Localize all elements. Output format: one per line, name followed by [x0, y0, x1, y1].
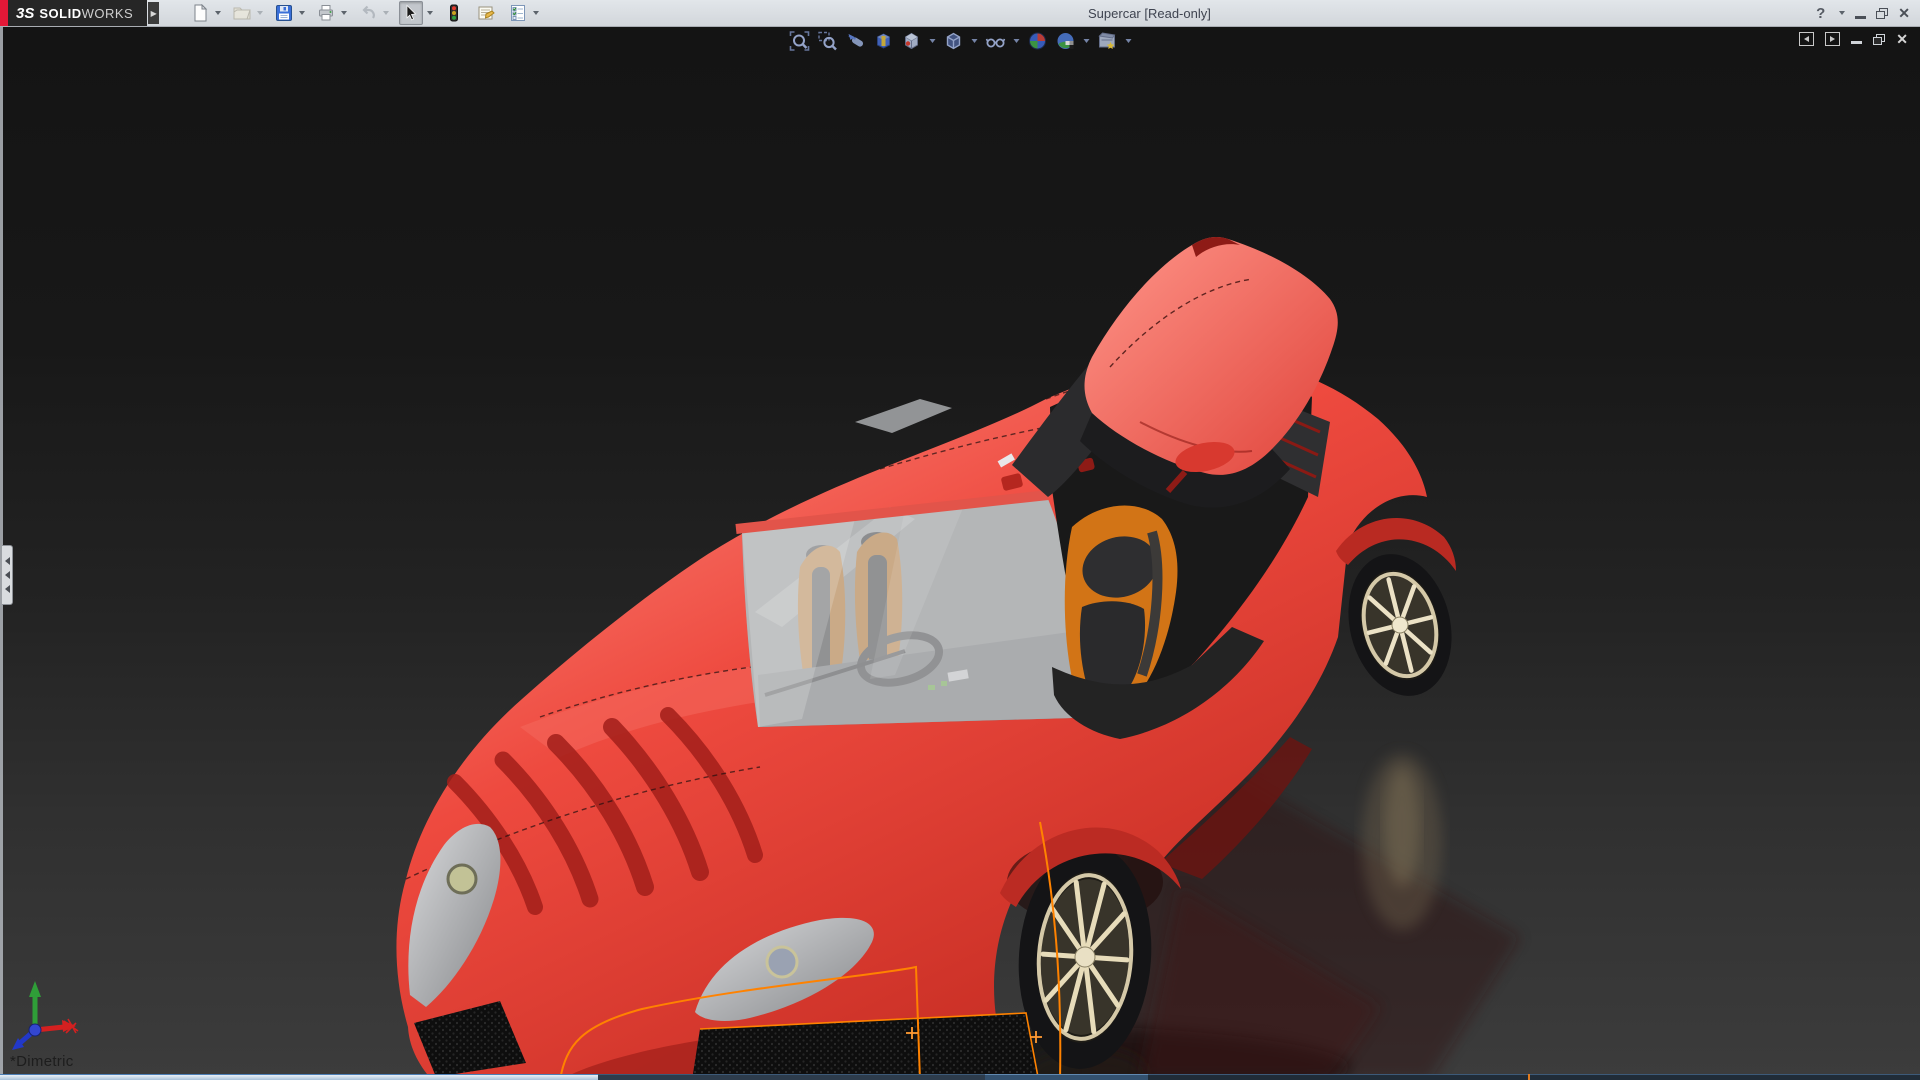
options-checklist-icon — [511, 5, 526, 21]
section-view-icon — [876, 32, 890, 49]
previous-view-button[interactable] — [845, 30, 866, 51]
undo-icon — [362, 5, 376, 19]
titlebar-controls: ? ✕ — [1816, 0, 1910, 26]
display-style-button[interactable] — [943, 30, 964, 51]
open-folder-icon — [233, 7, 251, 20]
display-style-caret[interactable] — [971, 38, 978, 43]
main-toolbar — [159, 1, 545, 25]
edit-appearance-button[interactable] — [1027, 30, 1048, 51]
restore-button[interactable] — [1876, 7, 1889, 19]
rear-wheel[interactable] — [1334, 543, 1466, 707]
help-dropdown-caret[interactable] — [1839, 11, 1846, 15]
brand-3ds-icon: 3S — [16, 4, 35, 22]
view-settings-icon — [1097, 31, 1115, 49]
minimize-button[interactable] — [1855, 15, 1867, 19]
collapse-arrow-icon — [4, 557, 10, 565]
print-button[interactable] — [315, 2, 337, 24]
save-floppy-icon — [276, 5, 293, 21]
options-checklist-button[interactable] — [507, 2, 529, 24]
hide-show-items-button[interactable] — [985, 30, 1006, 51]
appearance-sphere-icon — [1028, 32, 1046, 49]
panel-collapse-handle[interactable] — [2, 545, 13, 605]
zoom-to-fit-icon — [789, 30, 809, 51]
status-segment — [985, 1074, 1148, 1080]
open-document-button[interactable] — [231, 2, 253, 24]
view-orientation-caret[interactable] — [929, 38, 936, 43]
apply-scene-caret[interactable] — [1083, 38, 1090, 43]
apply-scene-button[interactable] — [1055, 30, 1076, 51]
undo-button[interactable] — [357, 2, 379, 24]
next-pane-icon[interactable] — [1825, 32, 1841, 46]
status-segment — [598, 1074, 985, 1080]
collapse-arrow-icon — [4, 571, 10, 579]
view-orientation-button[interactable] — [901, 30, 922, 51]
document-minimize-button[interactable] — [1851, 41, 1863, 44]
document-title: Supercar [Read-only] — [1088, 6, 1211, 21]
brand-name-light: WORKS — [81, 5, 134, 21]
status-segment — [0, 1074, 598, 1080]
menu-expand-arrow-icon[interactable]: ▶ — [148, 2, 160, 24]
traffic-light-icon — [450, 4, 459, 22]
title-bar: 3S SOLID WORKS ▶ Supercar [Read-only] ? … — [0, 0, 1920, 27]
options-dropdown-caret[interactable] — [533, 11, 540, 15]
new-document-icon — [194, 4, 208, 22]
undo-dropdown-caret[interactable] — [383, 11, 390, 15]
previous-pane-icon[interactable] — [1799, 32, 1815, 46]
model-supercar[interactable] — [0, 27, 1920, 1080]
document-window-controls: ✕ — [1799, 32, 1908, 46]
interference-lights-button[interactable] — [443, 2, 465, 24]
hide-show-caret[interactable] — [1013, 38, 1020, 43]
design-binder-icon — [478, 6, 495, 20]
save-button[interactable] — [273, 2, 295, 24]
windshield[interactable] — [735, 490, 1106, 727]
glasses-icon — [985, 37, 1005, 47]
print-icon — [319, 5, 334, 21]
display-style-icon — [946, 32, 960, 49]
brand-name-bold: SOLID — [39, 5, 82, 21]
status-segment — [1148, 1074, 1920, 1080]
view-settings-button[interactable] — [1097, 30, 1118, 51]
select-button[interactable] — [399, 1, 424, 25]
new-document-button[interactable] — [189, 2, 211, 24]
design-binder-button[interactable] — [475, 2, 497, 24]
print-dropdown-caret[interactable] — [341, 11, 348, 15]
view-orientation-label: *Dimetric — [10, 1053, 74, 1070]
view-settings-caret[interactable] — [1125, 38, 1132, 43]
save-dropdown-caret[interactable] — [299, 11, 306, 15]
document-close-button[interactable]: ✕ — [1896, 32, 1908, 46]
select-cursor-icon — [406, 4, 417, 21]
apply-scene-icon — [1057, 32, 1073, 49]
select-dropdown-caret[interactable] — [427, 11, 434, 15]
zoom-to-fit-button[interactable] — [789, 30, 810, 51]
previous-view-icon — [848, 33, 863, 47]
brand-stripe — [0, 0, 8, 26]
new-dropdown-caret[interactable] — [215, 11, 222, 15]
view-orientation-icon — [904, 32, 918, 49]
zoom-to-area-icon — [817, 31, 837, 50]
status-orange-tick — [1528, 1074, 1530, 1080]
graphics-viewport[interactable]: ✕ *Dimetric — [0, 27, 1920, 1080]
document-restore-button[interactable] — [1873, 33, 1886, 45]
status-strip — [0, 1074, 1920, 1080]
headsup-toolbar — [789, 30, 1132, 51]
zoom-to-area-button[interactable] — [817, 30, 838, 51]
orientation-triad-icon — [12, 981, 79, 1050]
close-button[interactable]: ✕ — [1898, 6, 1910, 20]
section-view-button[interactable] — [873, 30, 894, 51]
solidworks-logo: 3S SOLID WORKS — [0, 0, 148, 26]
open-dropdown-caret[interactable] — [257, 11, 264, 15]
collapse-arrow-icon — [4, 585, 10, 593]
help-icon[interactable]: ? — [1816, 5, 1825, 22]
